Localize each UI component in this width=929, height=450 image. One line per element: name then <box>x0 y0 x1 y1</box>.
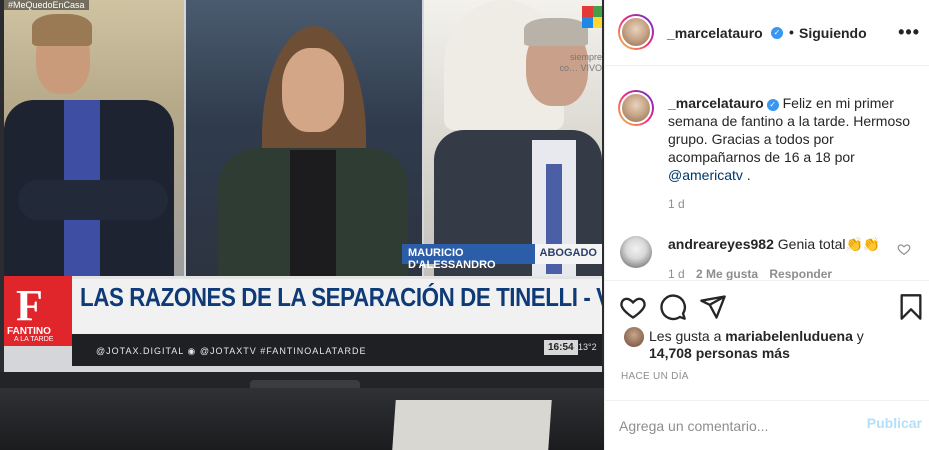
comment-form: Publicar <box>605 400 929 450</box>
post-sidebar: _marcelatauro ✓ • Siguiendo ••• _marcela… <box>604 0 929 450</box>
post-photo[interactable]: #MeQuedoEnCasa siempre co… VIVO MAURICIO… <box>0 0 604 450</box>
name-tag-role: ABOGADO <box>534 244 602 264</box>
guest-hair <box>524 18 588 46</box>
ticker-social: @JOTAX.DIGITAL ◉ @JOTAXTV #FANTINOALATAR… <box>96 346 367 356</box>
comment-bubble-icon[interactable] <box>659 293 687 321</box>
like-heart-icon[interactable] <box>619 293 647 321</box>
lower-third-name-tag: MAURICIO D'ALESSANDRO ABOGADO <box>402 244 602 271</box>
liker-avatar[interactable] <box>624 327 644 347</box>
caption-avatar[interactable] <box>618 90 654 126</box>
liker-username[interactable]: mariabelenluduena <box>725 328 853 344</box>
commenter-username[interactable]: andreareyes982 <box>668 236 774 252</box>
comment-meta: 1 d 2 Me gusta Responder <box>668 267 832 280</box>
post-timestamp[interactable]: HACE UN DÍA <box>621 371 689 382</box>
mention-link[interactable]: @americatv <box>668 167 743 183</box>
likes-prefix: Les gusta a <box>649 328 722 344</box>
reply-button[interactable]: Responder <box>769 267 832 280</box>
likes-line: Les gusta a mariabelenluduena y <box>649 328 864 344</box>
post-actions: Les gusta a mariabelenluduena y 14,708 p… <box>605 280 929 400</box>
comment-body: Genia total👏👏 <box>777 236 881 252</box>
caption-text: _marcelatauro ✓ Feliz en mi primer semana… <box>668 94 918 184</box>
comment-like-icon[interactable] <box>897 242 911 256</box>
author-username[interactable]: _marcelatauro <box>667 25 763 41</box>
comment-input[interactable] <box>619 413 849 439</box>
commenter-avatar[interactable] <box>620 236 652 268</box>
tv-frame: #MeQuedoEnCasa siempre co… VIVO MAURICIO… <box>0 0 604 388</box>
ticker-temp: 13°2 <box>578 342 597 352</box>
likes-connector: y <box>856 328 864 344</box>
headline-text: LAS RAZONES DE LA SEPARACIÓN DE TINELLI … <box>80 282 602 312</box>
author-avatar[interactable] <box>618 14 654 50</box>
name-tag-name: MAURICIO D'ALESSANDRO <box>402 244 535 271</box>
caption-username[interactable]: _marcelatauro <box>668 95 764 111</box>
comment-likes[interactable]: 2 Me gusta <box>696 267 758 280</box>
likes-count[interactable]: 14,708 personas más <box>649 345 790 361</box>
separator-dot: • <box>789 24 794 40</box>
verified-icon: ✓ <box>771 27 783 39</box>
show-logo-letter: F <box>16 281 43 330</box>
following-button[interactable]: Siguiendo <box>799 25 867 41</box>
channel-overlay: siempre co… VIVO <box>559 52 602 73</box>
comment-text: andreareyes982 Genia total👏👏 <box>668 236 880 253</box>
verified-icon: ✓ <box>766 99 779 111</box>
save-bookmark-icon[interactable] <box>897 293 925 321</box>
show-logo: F FANTINO A LA TARDE <box>4 276 72 346</box>
publish-button[interactable]: Publicar <box>867 415 922 431</box>
channel-logo-icon <box>582 6 602 28</box>
host-hair <box>32 14 92 46</box>
tv-hashtag: #MeQuedoEnCasa <box>4 0 89 10</box>
show-logo-sub: A LA TARDE <box>14 336 54 343</box>
comments-area[interactable]: _marcelatauro ✓ Feliz en mi primer semana… <box>605 66 929 280</box>
comment-age[interactable]: 1 d <box>668 267 685 280</box>
share-send-icon[interactable] <box>699 293 727 321</box>
caption-end: . <box>742 167 751 183</box>
paper-sheet <box>392 400 552 450</box>
news-ticker: @JOTAX.DIGITAL ◉ @JOTAXTV #FANTINOALATAR… <box>72 334 602 366</box>
panelist-top <box>290 150 336 280</box>
host-arms <box>18 180 168 220</box>
panelist-head <box>282 48 344 132</box>
post-header: _marcelatauro ✓ • Siguiendo ••• <box>605 0 929 66</box>
more-options-icon[interactable]: ••• <box>898 22 920 43</box>
caption-age[interactable]: 1 d <box>668 197 685 211</box>
tv-screen: #MeQuedoEnCasa siempre co… VIVO MAURICIO… <box>4 0 602 372</box>
ticker-time: 16:54 <box>544 340 578 355</box>
